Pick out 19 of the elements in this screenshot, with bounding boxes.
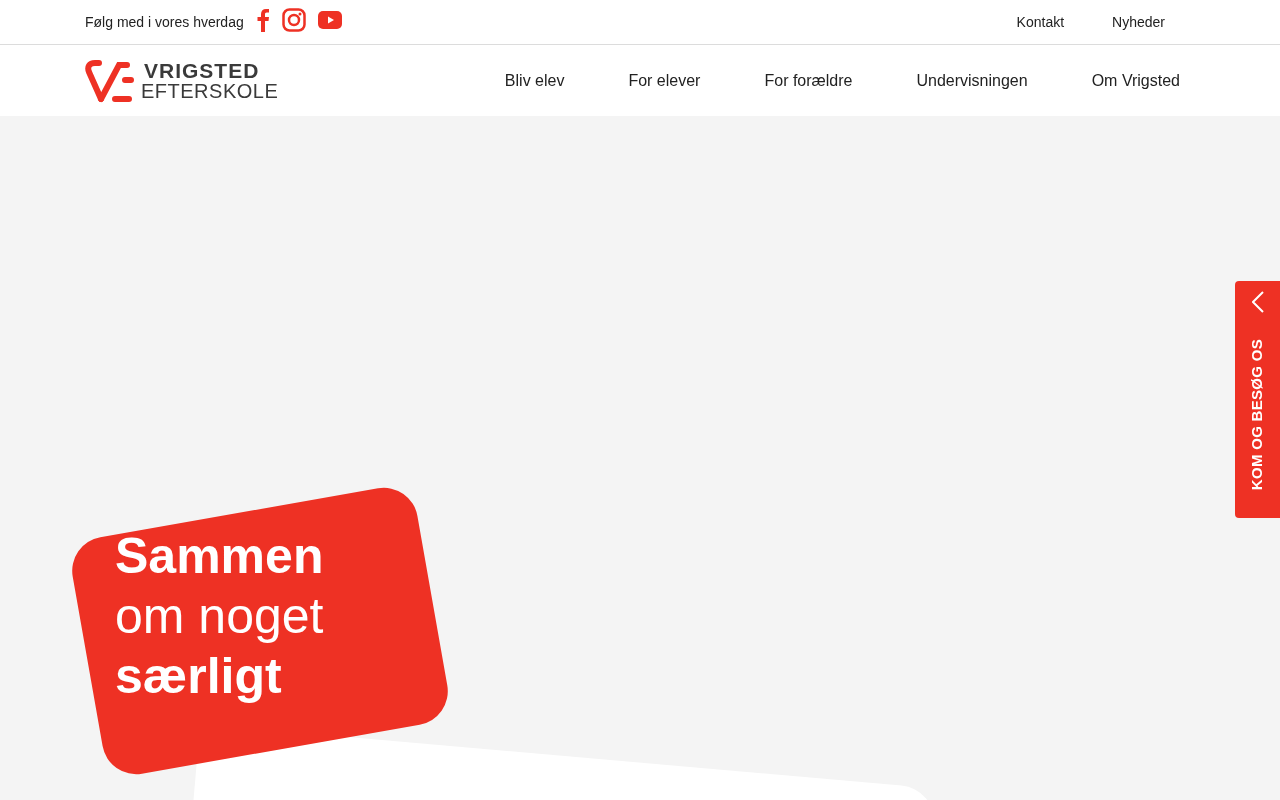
nav-link[interactable]: Bliv elev bbox=[504, 68, 565, 93]
top-link[interactable]: Kontakt bbox=[1016, 11, 1065, 33]
nav-link[interactable]: Om Vrigsted bbox=[1091, 68, 1180, 93]
follow-text: Følg med i vores hverdag bbox=[85, 12, 244, 32]
visit-us-tab[interactable]: KOM OG BESØG OS bbox=[1235, 281, 1280, 518]
facebook-icon[interactable] bbox=[255, 8, 270, 32]
nav-link[interactable]: Undervisningen bbox=[916, 68, 1028, 93]
nav-link[interactable]: For forældre bbox=[764, 68, 853, 93]
logo-text: EFTERSKOLE bbox=[141, 81, 279, 101]
chevron-left-icon bbox=[1251, 291, 1264, 313]
nav-link[interactable]: For elever bbox=[628, 68, 701, 93]
logo-text: VRIGSTED bbox=[144, 60, 261, 81]
instagram-icon[interactable] bbox=[281, 8, 306, 32]
video-play-icon[interactable] bbox=[317, 11, 342, 29]
top-link[interactable]: Nyheder bbox=[1112, 11, 1165, 33]
headline-line: om noget bbox=[115, 587, 324, 646]
headline-line: Sammen bbox=[115, 527, 324, 586]
logo[interactable]: VRIGSTED EFTERSKOLE bbox=[85, 58, 279, 103]
headline-line: særligt bbox=[115, 647, 283, 706]
